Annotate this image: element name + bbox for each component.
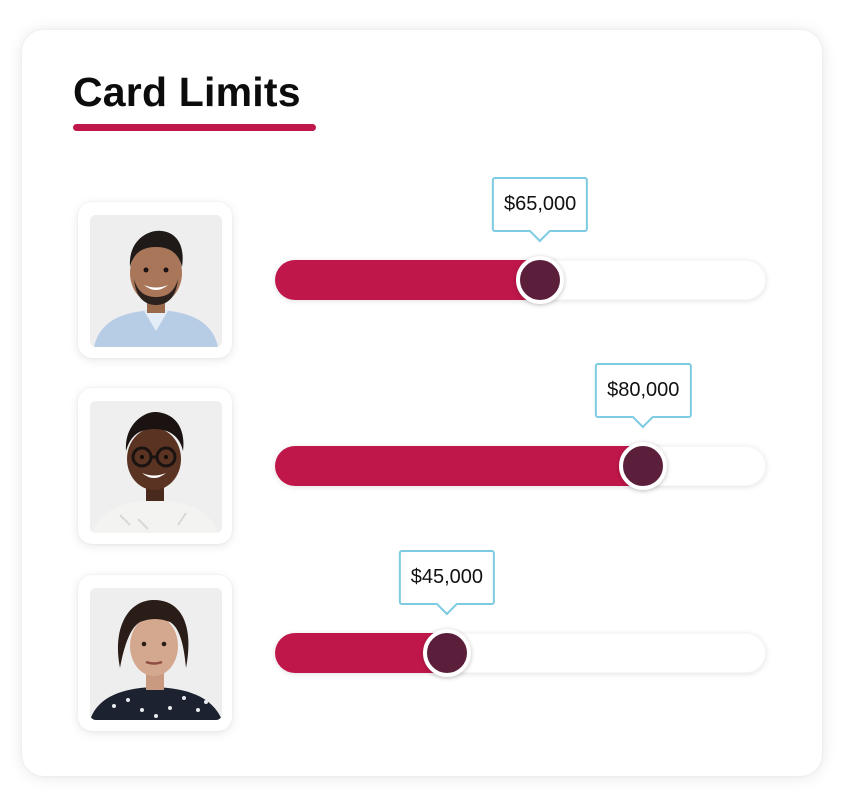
amount-label: $45,000 [410, 566, 483, 588]
amount-label: $65,000 [503, 193, 577, 215]
amount-tooltip: $65,000 [491, 177, 589, 243]
limit-row-3: $45,000 [22, 550, 822, 735]
amount-label: $80,000 [607, 379, 680, 401]
limit-row-2: $80,000 [22, 363, 822, 548]
tooltip-arrow [528, 219, 552, 243]
person-2-image [90, 401, 222, 533]
limit-slider-2[interactable]: $80,000 [275, 363, 766, 490]
slider-fill [275, 260, 541, 300]
avatar-photo [90, 401, 222, 533]
avatar-card [78, 575, 232, 731]
title-underline [73, 124, 316, 131]
amount-tooltip: $80,000 [595, 363, 692, 429]
tooltip-arrow [631, 405, 655, 429]
person-3-image [90, 588, 222, 720]
slider-thumb[interactable] [422, 629, 471, 677]
slider-fill [275, 446, 644, 486]
avatar-card [78, 388, 232, 544]
avatar-photo [90, 588, 222, 720]
slider-thumb[interactable] [619, 442, 668, 490]
limit-slider-3[interactable]: $45,000 [275, 550, 766, 677]
slider-fill [275, 633, 447, 673]
limit-row-1: $65,000 [22, 177, 822, 362]
limit-slider-1[interactable]: $65,000 [275, 177, 766, 304]
card-limits-panel: Card Limits $65,000 $80,000 $45,000 [22, 30, 822, 776]
avatar-card [78, 202, 232, 358]
amount-tooltip: $45,000 [398, 550, 495, 616]
person-1-image [90, 215, 222, 347]
avatar-photo [90, 215, 222, 347]
page-title: Card Limits [73, 69, 301, 115]
slider-thumb[interactable] [516, 256, 565, 304]
tooltip-arrow [435, 592, 459, 616]
